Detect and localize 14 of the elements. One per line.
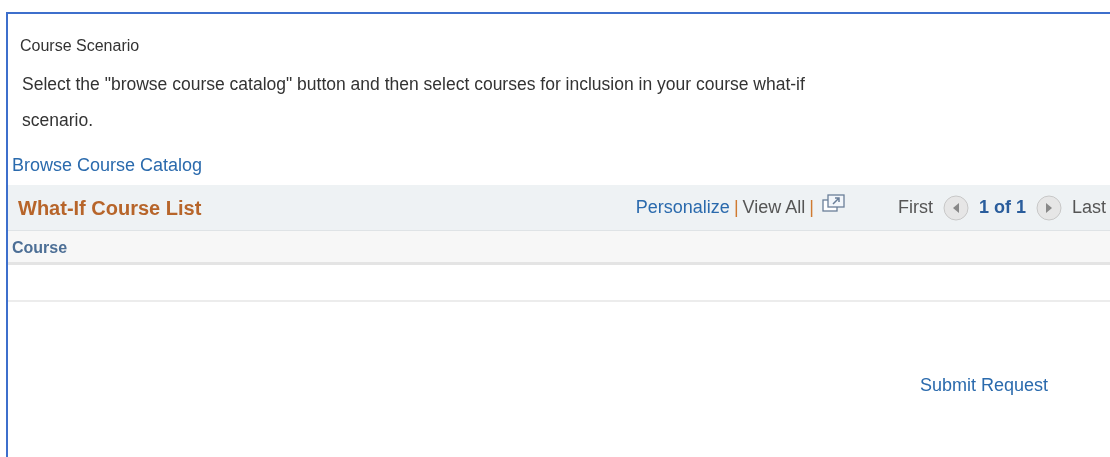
instruction-text: Select the "browse course catalog" button and then select courses for inclusion in your course what-if scenario. bbox=[21, 73, 806, 132]
last-label: Last bbox=[1071, 196, 1106, 219]
personalize-link[interactable]: Personalize bbox=[635, 194, 730, 221]
new-window-icon[interactable] bbox=[821, 193, 846, 214]
separator: | bbox=[733, 196, 739, 219]
first-label: First bbox=[897, 196, 933, 219]
grid-title: What-If Course List bbox=[17, 195, 202, 221]
browse-catalog-link[interactable]: Browse Course Catalog bbox=[12, 152, 203, 179]
column-header: Course bbox=[12, 238, 68, 258]
page-position: 1 of 1 bbox=[978, 196, 1026, 219]
submit-request-link[interactable]: Submit Request bbox=[919, 372, 1048, 399]
section-title: Course Scenario bbox=[19, 36, 140, 56]
separator: | bbox=[809, 196, 814, 219]
view-all-link[interactable]: View All bbox=[742, 194, 806, 221]
